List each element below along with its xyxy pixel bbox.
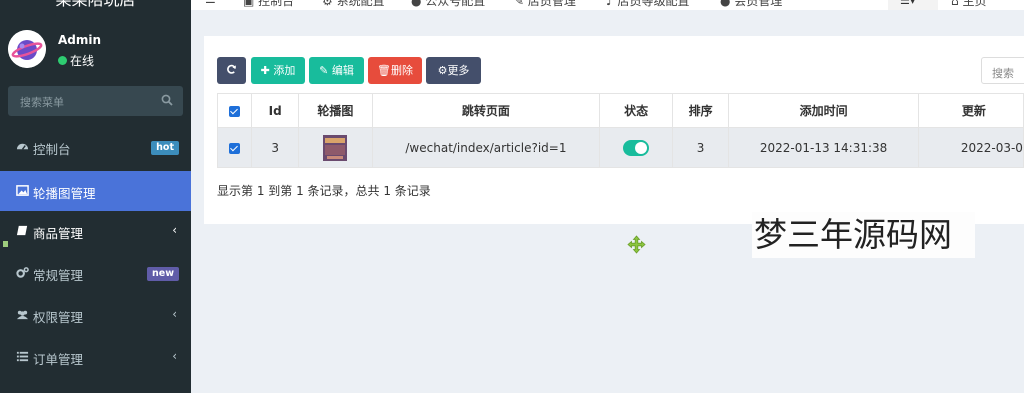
cell-sort: 3: [671, 127, 730, 168]
data-table: Id 轮播图 跳转页面 状态 排序 添加时间 更新 3 /wechat/inde…: [216, 93, 1024, 168]
sidebar-item-label: 订单管理: [33, 352, 84, 367]
avatar: [8, 30, 46, 68]
delete-button[interactable]: 🗑删除: [368, 57, 422, 84]
select-all-checkbox[interactable]: [216, 93, 253, 128]
header-id[interactable]: Id: [251, 93, 300, 128]
pagination-summary: 显示第 1 到第 1 条记录，总共 1 条记录: [217, 184, 431, 198]
chevron-left-icon: ‹: [172, 349, 177, 363]
row-checkbox[interactable]: [216, 127, 253, 168]
user-name: Admin: [58, 33, 102, 47]
menu-toggle-icon[interactable]: ☰: [205, 0, 216, 6]
hot-badge: hot: [151, 141, 179, 155]
header-status[interactable]: 状态: [599, 93, 673, 128]
table-header-row: Id 轮播图 跳转页面 状态 排序 添加时间 更新: [216, 93, 1024, 128]
search-icon: [161, 94, 173, 106]
cell-status[interactable]: [599, 127, 673, 168]
refresh-icon: [227, 64, 236, 74]
checkbox-icon: [229, 105, 241, 117]
refresh-button[interactable]: [217, 57, 246, 84]
users-icon: [16, 310, 29, 320]
chevron-left-icon: ‹: [172, 307, 177, 321]
sidebar-item-banner[interactable]: 轮播图管理: [0, 171, 191, 211]
more-button[interactable]: ⚙更多: [426, 57, 481, 84]
sidebar-item-label: 常规管理: [33, 268, 84, 283]
online-dot-icon: [58, 56, 67, 65]
sidebar-item-orders[interactable]: 订单管理 ‹: [0, 337, 191, 377]
tab-members[interactable]: ● 会员管理: [720, 0, 782, 9]
top-navbar: ☰ ▣ 控制台 ⚙ 系统配置 ● 公众号配置 ✎ 店员管理 ♪ 店员等级配置 ●…: [191, 0, 1024, 10]
checkbox-icon: [229, 142, 241, 154]
add-button[interactable]: ✚ 添加: [251, 57, 305, 84]
dashboard-icon: [16, 143, 29, 150]
chevron-left-icon: ‹: [172, 223, 177, 237]
sidebar-item-dashboard[interactable]: 控制台 hot: [0, 127, 191, 167]
header-created[interactable]: 添加时间: [728, 93, 919, 128]
edit-button[interactable]: ✎ 编辑: [309, 57, 364, 84]
header-banner[interactable]: 轮播图: [298, 93, 373, 128]
pencil-icon: ✎: [319, 64, 329, 77]
table-row[interactable]: 3 /wechat/index/article?id=1 3 2022-01-1…: [216, 127, 1024, 168]
sidebar: 某某陪玩店 Admin 在线 搜索菜单 控制台 hot 轮播图管理 商品管理 ‹…: [0, 0, 191, 393]
tab-staff-level[interactable]: ♪ 店员等级配置: [606, 0, 690, 9]
move-cursor-icon: [627, 235, 646, 257]
image-icon: [16, 185, 29, 196]
plus-icon: ✚: [260, 64, 270, 77]
sidebar-item-goods[interactable]: 商品管理 ‹: [0, 211, 191, 251]
sidebar-item-auth[interactable]: 权限管理 ‹: [0, 295, 191, 335]
sidebar-item-label: 商品管理: [33, 226, 84, 241]
sidebar-item-label: 轮播图管理: [33, 186, 96, 201]
watermark-text: 梦三年源码网: [752, 212, 975, 258]
cell-updated: 2022-03-0: [917, 127, 1024, 168]
table-search-input[interactable]: 搜索: [981, 57, 1024, 84]
user-status: 在线: [58, 52, 94, 69]
header-jump-page[interactable]: 跳转页面: [371, 93, 601, 128]
content-panel: ✚ 添加 ✎ 编辑 🗑删除 ⚙更多 搜索 Id 轮播图 跳转页面 状态 排序 添…: [204, 36, 1024, 224]
banner-thumbnail[interactable]: [323, 134, 348, 161]
brand-title[interactable]: 某某陪玩店: [0, 0, 191, 12]
cell-id: 3: [251, 127, 300, 168]
tab-system-config[interactable]: ⚙ 系统配置: [322, 0, 385, 9]
menu-search-placeholder: 搜索菜单: [20, 96, 64, 109]
header-sort[interactable]: 排序: [671, 93, 730, 128]
tab-wechat-config[interactable]: ● 公众号配置: [411, 0, 485, 9]
cogs-icon: [16, 267, 29, 278]
book-icon: [16, 225, 28, 236]
status-toggle[interactable]: [623, 139, 650, 156]
tab-dashboard[interactable]: ▣ 控制台: [243, 0, 294, 9]
header-updated[interactable]: 更新: [917, 93, 1024, 128]
tab-staff[interactable]: ✎ 店员管理: [514, 0, 576, 9]
new-badge: new: [147, 267, 179, 281]
cell-jump-url: /wechat/index/article?id=1: [371, 127, 601, 168]
cell-created: 2022-01-13 14:31:38: [728, 127, 919, 168]
list-icon: [16, 351, 29, 362]
menu-search-input[interactable]: 搜索菜单: [8, 86, 183, 116]
home-link[interactable]: ⌂ 主页: [951, 0, 986, 9]
trash-icon: 🗑: [377, 64, 391, 77]
tab-list-dropdown[interactable]: ☰▾: [888, 0, 938, 10]
drag-handle: [3, 241, 8, 247]
sidebar-item-label: 权限管理: [33, 310, 84, 325]
sidebar-item-general[interactable]: 常规管理 new: [0, 253, 191, 293]
cell-banner-thumb[interactable]: [298, 127, 373, 168]
gear-icon: ⚙: [437, 64, 448, 77]
sidebar-item-label: 控制台: [33, 142, 71, 157]
